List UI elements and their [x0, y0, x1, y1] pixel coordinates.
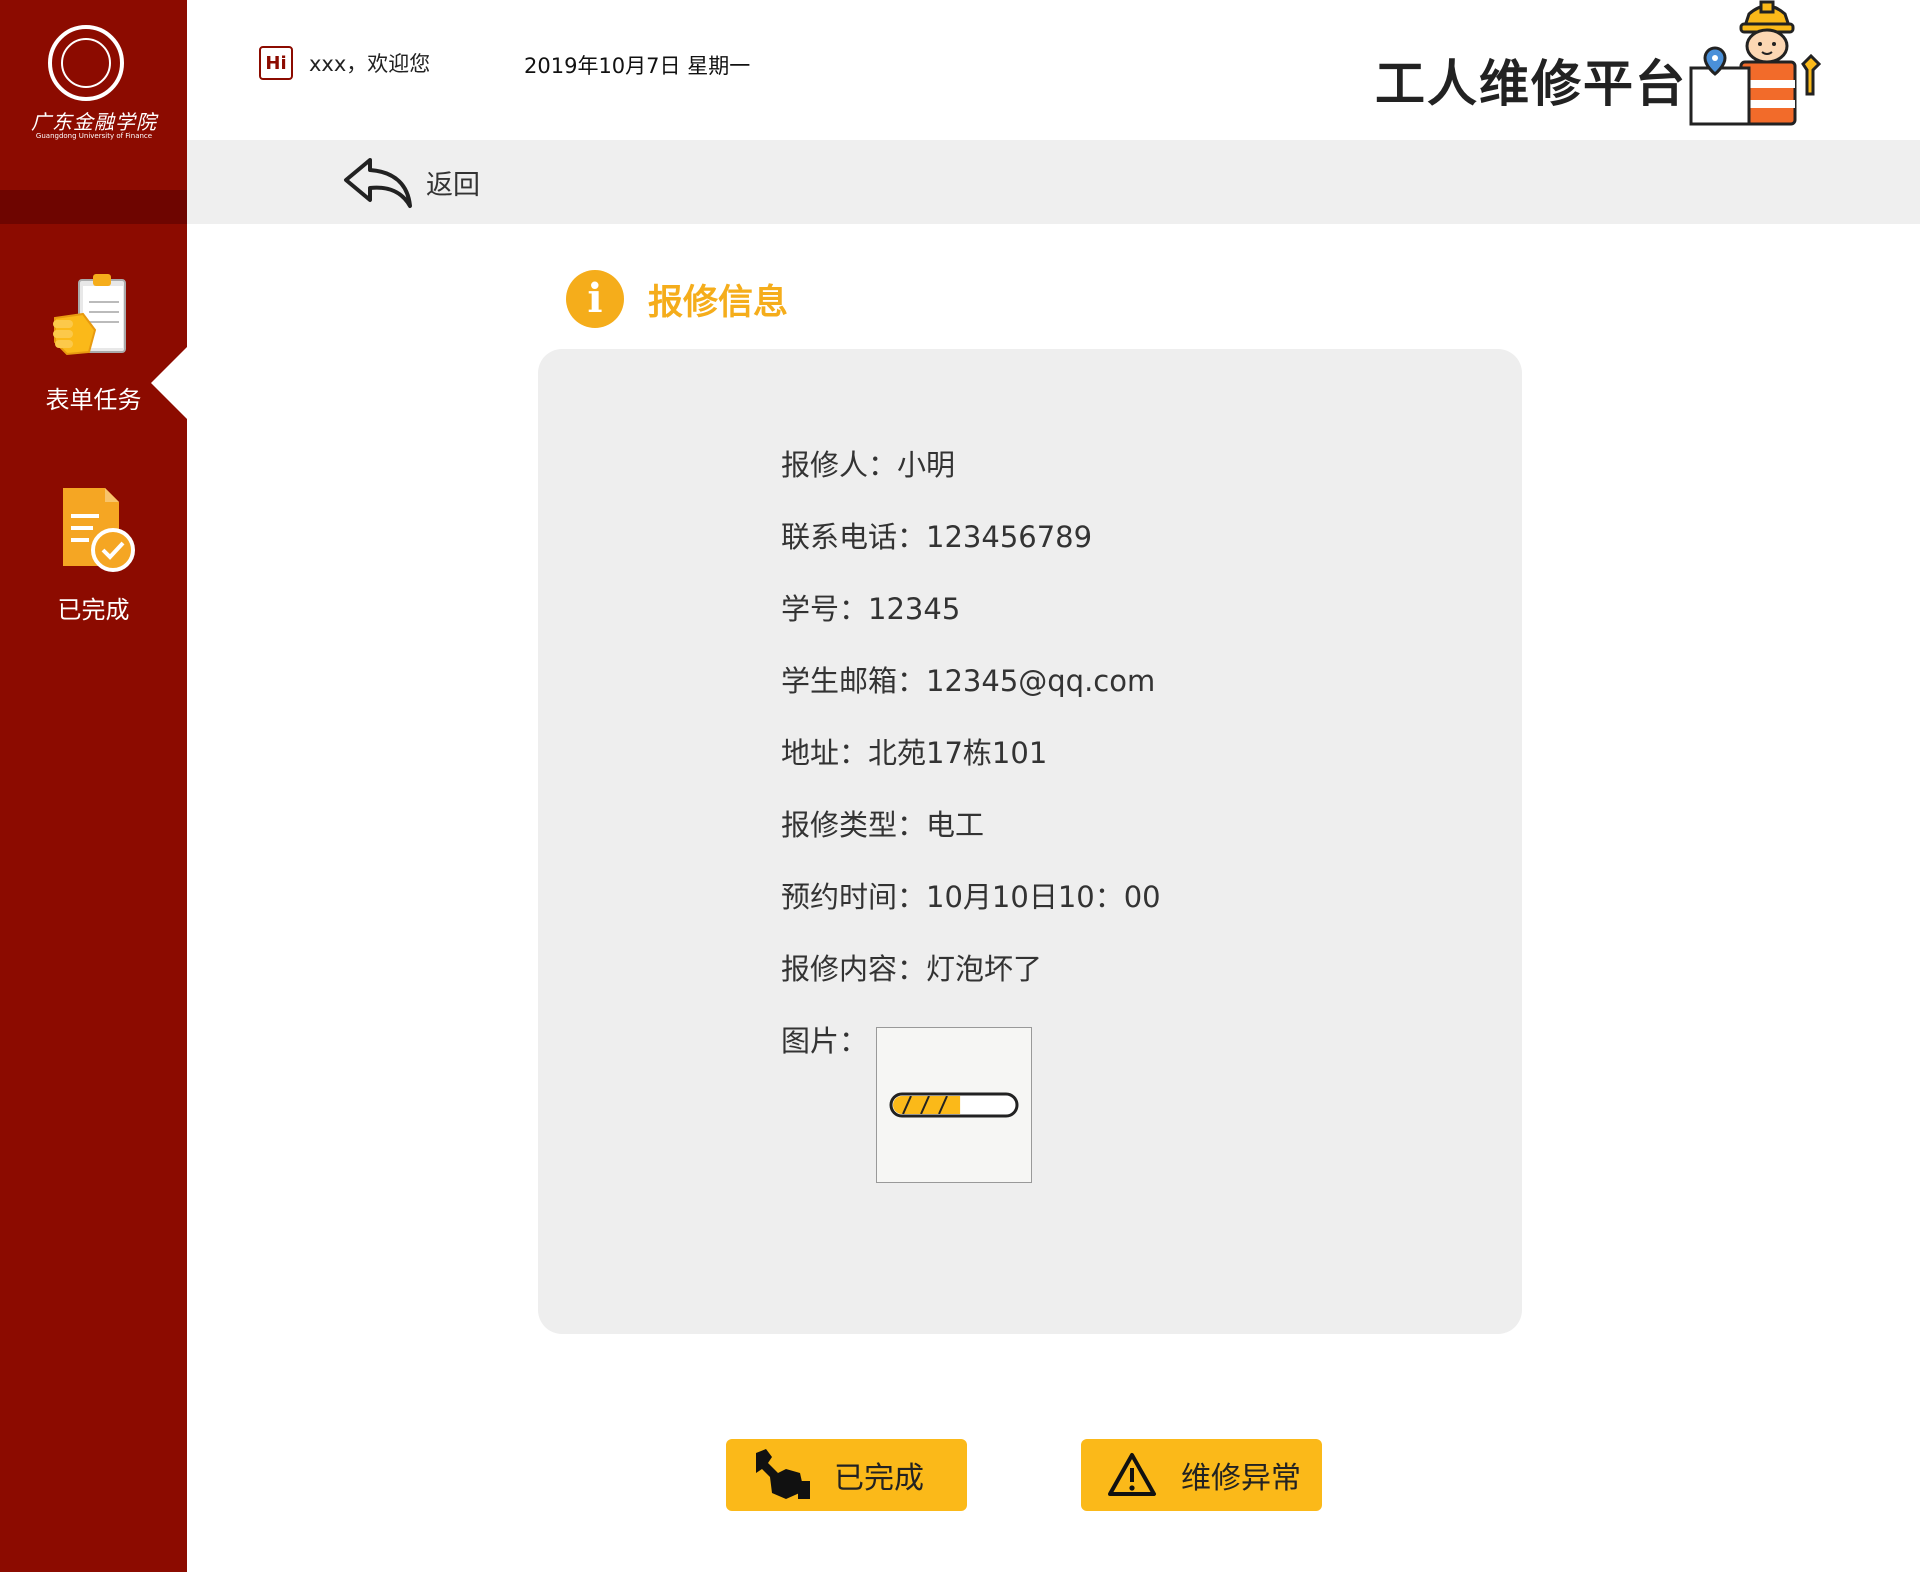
field-email: 学生邮箱：12345@qq.com — [781, 658, 1155, 700]
document-check-icon — [62, 488, 135, 572]
back-button[interactable]: 返回 — [342, 154, 480, 210]
field-repair-type: 报修类型：电工 — [781, 802, 984, 844]
top-header: Hi xxx，欢迎您 2019年10月7日 星期一 工人维修平台 — [187, 0, 1920, 140]
field-label: 地址： — [781, 736, 869, 770]
field-photo-label: 图片： — [781, 1024, 869, 1058]
field-value: 电工 — [926, 808, 985, 842]
field-label: 报修人： — [781, 448, 898, 482]
field-label: 联系电话： — [781, 520, 927, 554]
university-logo: 广东金融学院 Guangdong University of Finance — [0, 0, 187, 190]
field-reporter: 报修人：小明 — [781, 442, 955, 484]
warning-icon — [1108, 1453, 1156, 1496]
field-label: 学生邮箱： — [781, 664, 927, 698]
field-value: 小明 — [897, 448, 956, 482]
field-value: 123456789 — [926, 520, 1093, 554]
current-date: 2019年10月7日 星期一 — [524, 54, 751, 78]
loading-bar-icon — [889, 1092, 1019, 1118]
photo-thumbnail[interactable] — [876, 1027, 1032, 1183]
field-appointment-time: 预约时间：10月10日10：00 — [781, 874, 1161, 916]
repair-info-card: 报修人：小明 联系电话：123456789 学号：12345 学生邮箱：1234… — [538, 349, 1522, 1334]
wrench-hand-icon — [756, 1449, 810, 1499]
field-value: 北苑17栋101 — [868, 736, 1048, 770]
field-student-id: 学号：12345 — [781, 586, 960, 628]
field-label: 报修内容： — [781, 952, 927, 986]
completed-button-label: 已完成 — [834, 1461, 924, 1496]
repair-abnormal-button-label: 维修异常 — [1181, 1461, 1301, 1496]
repair-abnormal-button[interactable]: 维修异常 — [1081, 1439, 1322, 1511]
back-arrow-icon — [344, 158, 412, 208]
logo-english-name: Guangdong University of Finance — [35, 132, 153, 140]
worker-mascot-icon — [1689, 0, 1822, 126]
logo-emblem — [48, 25, 124, 101]
field-value: 10月10日10：00 — [926, 880, 1161, 914]
sidebar-item-completed[interactable]: 已完成 — [0, 482, 187, 625]
app-title: 工人维修平台 — [1375, 55, 1687, 113]
logo-chinese-name: 广东金融学院 — [31, 110, 157, 134]
section-title: 报修信息 — [648, 282, 789, 323]
field-value: 灯泡坏了 — [926, 952, 1043, 986]
info-icon: i — [566, 270, 624, 328]
field-label: 学号： — [781, 592, 869, 626]
sidebar-item-label: 已完成 — [57, 596, 130, 624]
sidebar: 广东金融学院 Guangdong University of Finance 表… — [0, 0, 187, 1572]
clipboard-hand-icon — [52, 274, 126, 356]
active-indicator — [151, 347, 187, 419]
completed-button[interactable]: 已完成 — [726, 1439, 967, 1511]
section-heading: i 报修信息 — [566, 270, 788, 328]
field-label: 预约时间： — [781, 880, 927, 914]
field-value: 12345 — [868, 592, 961, 626]
field-label: 报修类型： — [781, 808, 927, 842]
sidebar-divider — [0, 190, 187, 224]
field-address: 地址：北苑17栋101 — [781, 730, 1047, 772]
field-value: 12345@qq.com — [926, 664, 1156, 698]
welcome-text: xxx，欢迎您 — [309, 52, 431, 76]
back-label: 返回 — [426, 169, 480, 201]
hi-badge: Hi — [259, 46, 293, 80]
back-bar: 返回 — [187, 140, 1920, 224]
field-repair-content: 报修内容：灯泡坏了 — [781, 946, 1042, 988]
field-phone: 联系电话：123456789 — [781, 514, 1092, 556]
